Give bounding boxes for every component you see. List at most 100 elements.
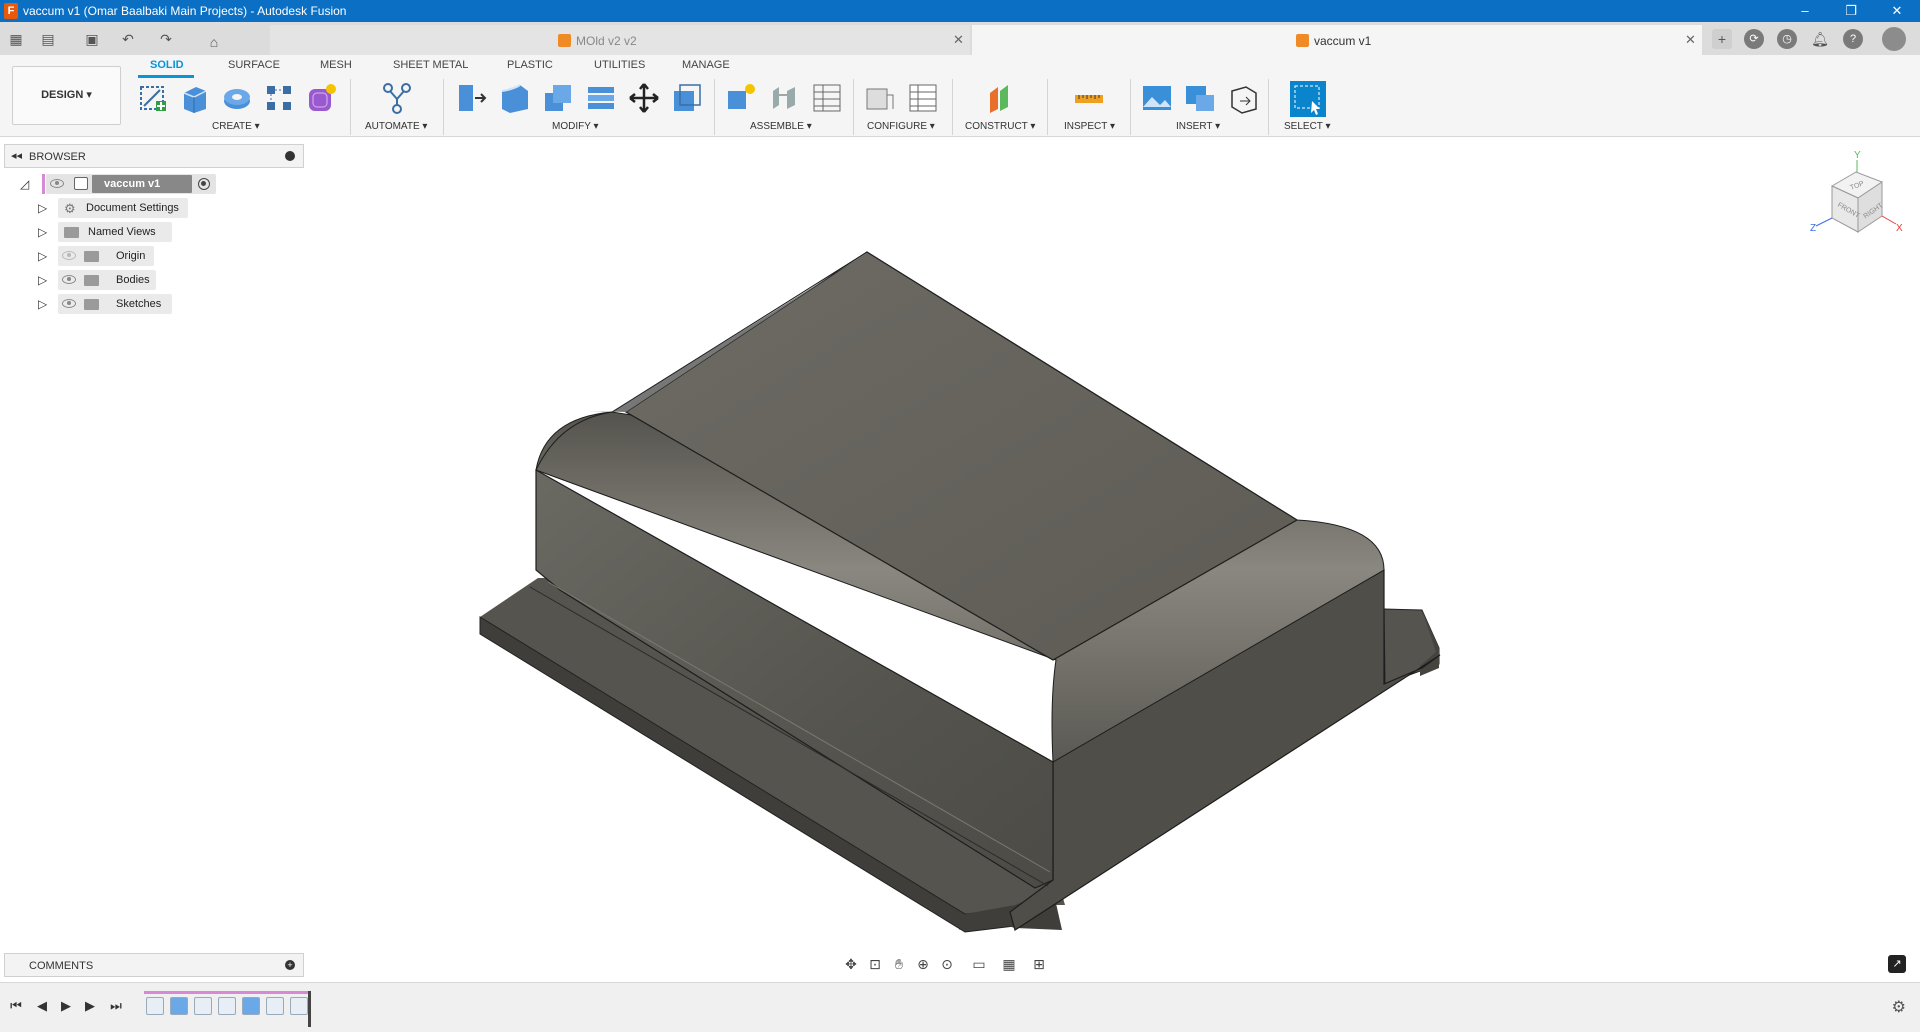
- app-grid-icon[interactable]: ▦: [6, 29, 26, 49]
- file-menu-icon[interactable]: ▤: [38, 29, 58, 49]
- separator: [952, 79, 953, 135]
- close-window-button[interactable]: ✕: [1874, 0, 1920, 22]
- new-tab-icon[interactable]: +: [1712, 29, 1732, 49]
- tab-vaccum-v1[interactable]: vaccum v1 ✕: [972, 25, 1702, 55]
- timeline-marker[interactable]: [308, 991, 311, 1027]
- close-tab-icon[interactable]: ✕: [953, 32, 964, 48]
- timeline-fillet-icon[interactable]: [194, 997, 212, 1015]
- automate-menu[interactable]: AUTOMATE ▾: [365, 121, 427, 132]
- tab-sheet-metal[interactable]: SHEET METAL: [393, 59, 468, 71]
- go-to-end-icon[interactable]: ⏭: [108, 998, 124, 1014]
- configure-menu[interactable]: CONFIGURE ▾: [867, 121, 935, 132]
- separator: [443, 79, 444, 135]
- offset-plane-icon[interactable]: [984, 81, 1018, 115]
- as-built-joint-icon[interactable]: [810, 81, 844, 115]
- tab-plastic[interactable]: PLASTIC: [507, 59, 553, 71]
- tab-mesh[interactable]: MESH: [320, 59, 352, 71]
- workspace-switcher[interactable]: DESIGN ▾: [12, 66, 121, 125]
- configure-icon[interactable]: [863, 81, 897, 115]
- select-menu[interactable]: SELECT ▾: [1284, 121, 1331, 132]
- viewports-icon[interactable]: ⊞: [1030, 955, 1048, 973]
- feedback-icon[interactable]: ↗: [1888, 955, 1906, 973]
- move-copy-icon[interactable]: [627, 81, 661, 115]
- canvas-icon[interactable]: [1183, 81, 1217, 115]
- pattern-icon[interactable]: [262, 81, 296, 115]
- fusion-app-icon: F: [4, 3, 18, 19]
- joint-icon[interactable]: [767, 81, 801, 115]
- insert-label: INSERT: [1176, 121, 1213, 132]
- 3d-model-viewport[interactable]: [0, 138, 1920, 938]
- revolve-icon[interactable]: [220, 81, 254, 115]
- comments-panel[interactable]: COMMENTS +: [4, 953, 304, 977]
- timeline-extrude-icon[interactable]: [242, 997, 260, 1015]
- shell-icon[interactable]: [584, 81, 618, 115]
- press-pull-icon[interactable]: [455, 81, 489, 115]
- undo-icon[interactable]: ↶: [118, 29, 138, 49]
- create-label: CREATE: [212, 121, 252, 132]
- new-component-icon[interactable]: [724, 81, 758, 115]
- go-to-start-icon[interactable]: ⏮: [8, 998, 24, 1014]
- construct-menu[interactable]: CONSTRUCT ▾: [965, 121, 1035, 132]
- assemble-menu[interactable]: ASSEMBLE ▾: [750, 121, 812, 132]
- user-avatar[interactable]: [1882, 27, 1906, 51]
- save-icon[interactable]: ▣: [82, 29, 102, 49]
- tab-mold-v2[interactable]: MOld v2 v2 ✕: [270, 25, 970, 55]
- separator: [1268, 79, 1269, 135]
- timeline-extrude-icon[interactable]: [170, 997, 188, 1015]
- orbit-icon[interactable]: ✥: [842, 955, 860, 973]
- create-menu[interactable]: CREATE ▾: [212, 121, 260, 132]
- design-cube-icon: [558, 34, 571, 47]
- timeline-fillet-icon[interactable]: [266, 997, 284, 1015]
- extensions-icon[interactable]: ⟳: [1744, 29, 1764, 49]
- home-icon[interactable]: ⌂: [204, 32, 224, 52]
- window-title: vaccum v1 (Omar Baalbaki Main Projects) …: [23, 4, 347, 18]
- close-tab-icon[interactable]: ✕: [1685, 32, 1696, 48]
- tab-utilities[interactable]: UTILITIES: [594, 59, 645, 71]
- insert-menu[interactable]: INSERT ▾: [1176, 121, 1220, 132]
- separator: [1047, 79, 1048, 135]
- scale-icon[interactable]: [670, 81, 704, 115]
- select-label: SELECT: [1284, 121, 1323, 132]
- minimize-button[interactable]: –: [1782, 0, 1828, 22]
- tab-surface[interactable]: SURFACE: [228, 59, 280, 71]
- create-sketch-icon[interactable]: [136, 81, 170, 115]
- select-icon[interactable]: [1290, 81, 1326, 117]
- notifications-icon[interactable]: 🔔︎: [1810, 29, 1830, 49]
- fillet-icon[interactable]: [498, 81, 532, 115]
- pan-icon[interactable]: ✋︎: [890, 955, 908, 973]
- timeline-sketch-icon[interactable]: [218, 997, 236, 1015]
- configuration-table-icon[interactable]: [906, 81, 940, 115]
- ribbon-toolbar: DESIGN ▾ SOLID SURFACE MESH SHEET METAL …: [0, 55, 1920, 137]
- zoom-icon[interactable]: ⊕: [914, 955, 932, 973]
- timeline-fillet-icon[interactable]: [290, 997, 308, 1015]
- fit-icon[interactable]: ⊙: [938, 955, 956, 973]
- title-bar: F vaccum v1 (Omar Baalbaki Main Projects…: [0, 0, 1920, 22]
- extrude-icon[interactable]: [178, 81, 212, 115]
- grid-settings-icon[interactable]: ▦: [1000, 955, 1018, 973]
- look-at-icon[interactable]: ⊡: [866, 955, 884, 973]
- chamfer-icon[interactable]: [541, 81, 575, 115]
- step-forward-icon[interactable]: ▶: [82, 998, 98, 1014]
- design-cube-icon: [1296, 34, 1309, 47]
- active-tab-indicator: [138, 75, 194, 78]
- form-icon[interactable]: [304, 81, 338, 115]
- display-settings-icon[interactable]: ▭: [970, 955, 988, 973]
- timeline-sketch-icon[interactable]: [146, 997, 164, 1015]
- tab-manage[interactable]: MANAGE: [682, 59, 730, 71]
- help-icon[interactable]: ?: [1843, 29, 1863, 49]
- job-status-icon[interactable]: ◷: [1777, 29, 1797, 49]
- play-icon[interactable]: ▶: [58, 998, 74, 1014]
- step-back-icon[interactable]: ◀: [34, 998, 50, 1014]
- automate-icon[interactable]: [380, 81, 414, 115]
- add-comment-icon[interactable]: +: [285, 960, 295, 970]
- insert-image-icon[interactable]: [1140, 81, 1174, 115]
- inspect-menu[interactable]: INSPECT ▾: [1064, 121, 1115, 132]
- timeline-settings-gear-icon[interactable]: ⚙: [1892, 997, 1906, 1017]
- insert-mesh-icon[interactable]: [1226, 81, 1260, 115]
- viewcube[interactable]: Y TOP FRONT RIGHT Z X: [1806, 146, 1906, 256]
- measure-icon[interactable]: [1072, 81, 1106, 115]
- maximize-button[interactable]: ❐: [1828, 0, 1874, 22]
- tab-solid[interactable]: SOLID: [150, 59, 184, 71]
- redo-icon[interactable]: ↷: [156, 29, 176, 49]
- modify-menu[interactable]: MODIFY ▾: [552, 121, 599, 132]
